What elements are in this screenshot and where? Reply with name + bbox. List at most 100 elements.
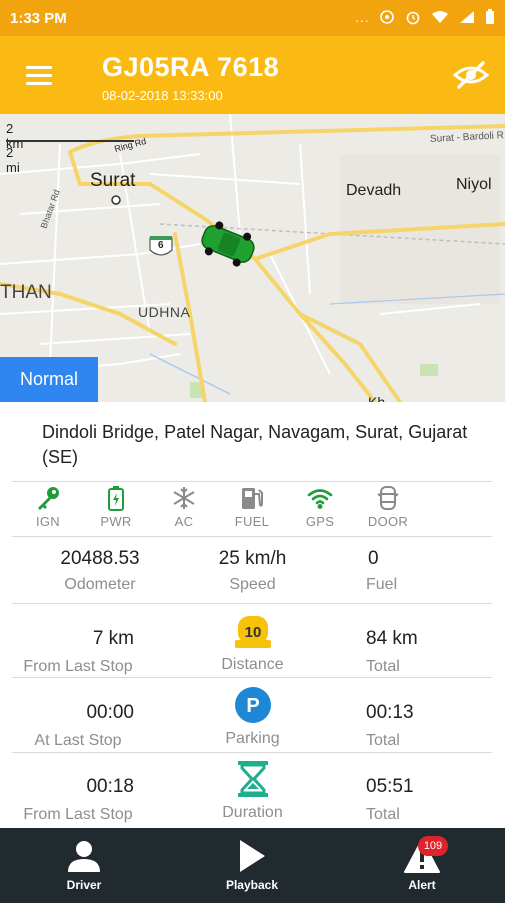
snowflake-icon [150,484,218,512]
nav-driver[interactable]: Driver [24,828,144,903]
stats-row-duration: 00:18 From Last Stop Duration 05:51 Tota… [0,760,505,832]
map-label-devadh: Devadh [346,182,402,199]
odometer-cell: 20488.53 Odometer [14,548,186,594]
map-label-surat: Surat [90,170,136,191]
odometer-label: Odometer [64,576,136,593]
map-label-than: THAN [0,282,52,303]
nav-driver-label: Driver [66,878,102,892]
driver-person-icon [24,838,144,874]
parking-total-label: Total [366,732,400,749]
fuel-pump-icon [218,484,286,512]
duration-from-last-stop-label: From Last Stop [23,806,133,823]
sensor-label: DOOR [367,514,409,529]
divider [12,536,492,537]
duration-total-value: 05:51 [366,776,414,797]
distance-center-cell: 10 Distance [180,612,325,674]
map-mode-button[interactable]: Normal [0,357,98,402]
map-view[interactable]: 2 km 2 mi Ring Rd Surat - Bardoli R Sura… [0,114,505,402]
alarm-icon [405,9,421,30]
nav-alert-label: Alert [408,878,436,892]
stats-row-basic: 20488.53 Odometer 25 km/h Speed 0 Fuel [0,548,505,620]
scale-bar [6,140,134,142]
distance-total-value: 84 km [366,628,418,649]
map-label-niyol: Niyol [456,176,492,193]
distance-from-last-stop-value: 7 km [92,628,134,649]
key-icon [14,484,82,512]
parking-at-last-stop-label: At Last Stop [34,732,122,749]
distance-left-cell: 7 km From Last Stop [14,628,142,676]
parking-left-cell: 00:00 At Last Stop [14,702,142,750]
sensor-label: IGN [35,514,60,529]
parking-total-value: 00:13 [366,702,414,723]
map-label-udhna: UDHNA [138,304,191,320]
parking-label: Parking [225,730,280,747]
sync-icon [379,9,395,30]
stats-row-distance: 7 km From Last Stop 10 Distance 84 km To… [0,612,505,684]
sensor-pwr: PWR [82,484,150,534]
status-bar: 1:33 PM ··· [0,0,505,36]
car-door-icon [354,484,422,512]
sensor-status-row: IGN PWR AC FUEL GPS DOOR [14,484,490,534]
map-label-highway: 6 [158,240,164,251]
parking-at-last-stop-value: 00:00 [86,702,134,723]
vehicle-datetime: 08-02-2018 13:33:00 [102,88,223,103]
sensor-door: DOOR [354,484,422,534]
sensor-gps: GPS [286,484,354,534]
alert-count-badge: 109 [418,836,448,856]
status-time: 1:33 PM [10,10,67,27]
sensor-label: FUEL [234,514,270,529]
battery-status-icon [485,9,495,30]
status-icons: ··· [355,9,495,30]
fuel-cell: 0 Fuel [366,548,406,594]
more-dots-icon: ··· [355,11,369,28]
distance-from-last-stop-label: From Last Stop [23,658,133,675]
app-bar: GJ05RA 7618 08-02-2018 13:33:00 [0,36,505,114]
signal-icon [459,10,475,29]
vehicle-number: GJ05RA 7618 [102,52,280,82]
duration-total-label: Total [366,806,400,823]
distance-total-cell: 84 km Total [366,628,456,676]
eye-off-icon[interactable] [452,60,490,90]
wifi-signal-icon [286,484,354,512]
battery-icon [82,484,150,512]
sensor-ign: IGN [14,484,82,534]
parking-total-cell: 00:13 Total [366,702,456,750]
odometer-value: 20488.53 [60,548,140,569]
duration-label: Duration [222,804,283,821]
hourglass-icon [180,760,325,798]
sensor-ac: AC [150,484,218,534]
address-text: Dindoli Bridge, Patel Nagar, Navagam, Su… [42,422,468,467]
fuel-value: 0 [368,548,379,569]
divider [12,677,492,678]
hamburger-menu-icon[interactable] [26,66,52,86]
sensor-fuel: FUEL [218,484,286,534]
distance-badge-icon: 10 [180,612,325,650]
stats-row-parking: 00:00 At Last Stop P Parking 00:13 Total [0,686,505,758]
wifi-icon [431,10,449,29]
sensor-label: PWR [100,514,132,529]
distance-badge-text: 10 [244,624,261,641]
distance-total-label: Total [366,658,400,675]
play-icon [192,838,312,874]
parking-center-cell: P Parking [180,686,325,748]
nav-playback[interactable]: Playback [192,828,312,903]
divider [12,603,492,604]
divider [12,752,492,753]
sensor-label: AC [174,514,194,529]
map-label-kh: Kh [368,394,386,402]
speed-cell: 25 km/h Speed [180,548,325,594]
divider [12,481,492,482]
distance-label: Distance [221,656,284,673]
parking-icon: P [180,686,325,724]
duration-from-last-stop-value: 00:18 [86,776,134,797]
parking-badge-text: P [246,695,259,717]
speed-value: 25 km/h [218,548,287,569]
duration-total-cell: 05:51 Total [366,776,456,824]
speed-label: Speed [229,576,276,593]
duration-left-cell: 00:18 From Last Stop [14,776,142,824]
nav-playback-label: Playback [225,878,279,892]
scale-mi: 2 mi [6,145,20,175]
sensor-label: GPS [305,514,335,529]
fuel-label: Fuel [366,576,398,593]
duration-center-cell: Duration [180,760,325,822]
